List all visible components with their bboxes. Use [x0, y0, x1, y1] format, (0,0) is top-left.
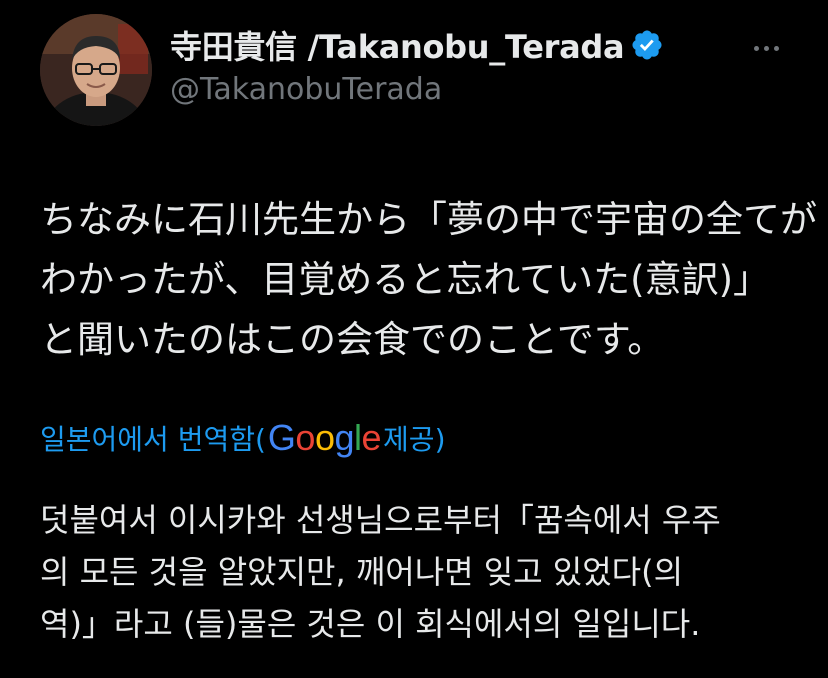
- tweet-text: ちなみに石川先生から「夢の中で宇宙の全てが わかったが、目覚めると忘れていた(意…: [40, 190, 817, 370]
- display-name[interactable]: 寺田貴信 /Takanobu_Terada: [170, 22, 625, 68]
- verified-badge-icon: [630, 28, 664, 62]
- translated-text-line: 덧붙여서 이시카와 선생님으로부터「꿈속에서 우주: [40, 501, 721, 539]
- translated-text: 덧붙여서 이시카와 선생님으로부터「꿈속에서 우주 의 모든 것을 알았지만, …: [40, 494, 810, 650]
- tweet-text-line: と聞いたのはこの会食でのことです。: [40, 318, 665, 361]
- translated-by-suffix: 제공): [383, 423, 446, 456]
- ellipsis-dot: [773, 45, 779, 51]
- google-logo: Google: [267, 417, 382, 458]
- translated-text-line: 의 모든 것을 알았지만, 깨어나면 잊고 있었다(의: [40, 553, 684, 591]
- more-options-button[interactable]: [746, 36, 786, 60]
- avatar[interactable]: [40, 14, 152, 126]
- tweet-text-line: ちなみに石川先生から「夢の中で宇宙の全てが: [40, 198, 817, 241]
- user-handle[interactable]: @TakanobuTerada: [170, 72, 664, 107]
- translated-text-line: 역)」라고 (들)물은 것은 이 회식에서의 일입니다.: [40, 605, 701, 643]
- translated-by-prefix: 일본어에서 번역함(: [40, 423, 266, 456]
- ellipsis-dot: [753, 45, 759, 51]
- name-row: 寺田貴信 /Takanobu_Terada: [170, 22, 664, 68]
- ellipsis-dot: [763, 45, 769, 51]
- translated-by-link[interactable]: 일본어에서 번역함( Google 제공): [40, 416, 446, 460]
- tweet-text-line: わかったが、目覚めると忘れていた(意訳)」: [40, 258, 771, 301]
- profile-photo-icon: [40, 14, 152, 126]
- tweet-header: 寺田貴信 /Takanobu_Terada @TakanobuTerada: [170, 22, 664, 107]
